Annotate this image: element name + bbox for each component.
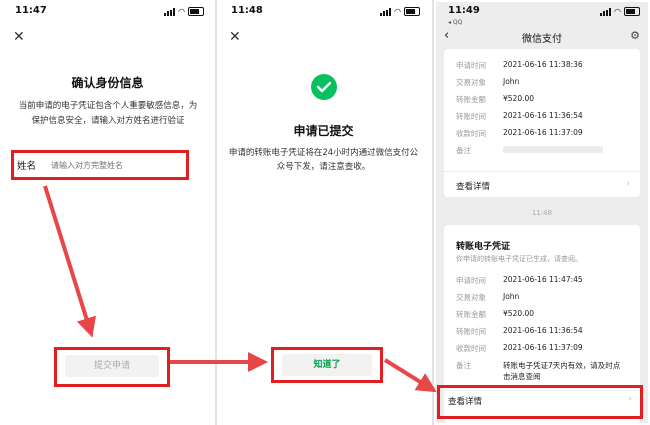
screen-wechat-pay: 11:49 ◠ ◂ QQ ‹ 微信支付 ⚙ 申请时间 2021-06-16 11:… <box>436 2 648 423</box>
chevron-right-icon: › <box>626 179 630 189</box>
gear-icon[interactable]: ⚙ <box>630 29 640 42</box>
detail-row: 申请时间 2021-06-16 11:38:36 <box>456 60 583 70</box>
status-bar: 11:48 ◠ <box>219 2 428 22</box>
voucher-title: 转账电子凭证 <box>456 242 511 252</box>
check-icon <box>311 74 337 100</box>
view-details-link[interactable]: 查看详情 <box>448 395 482 407</box>
back-to-app-link[interactable]: ◂ QQ <box>448 19 462 26</box>
signal-icon <box>600 7 612 16</box>
nav-bar: ‹ 微信支付 ⚙ <box>436 27 648 47</box>
ok-button-highlight: 知道了 <box>271 347 383 383</box>
got-it-button[interactable]: 知道了 <box>282 354 372 376</box>
status-time: 11:48 <box>231 5 263 16</box>
page-title: 微信支付 <box>522 34 562 45</box>
separator <box>444 171 640 172</box>
battery-icon <box>404 7 420 16</box>
wifi-icon: ◠ <box>614 6 621 16</box>
detail-row: 转账金额 ¥520.00 <box>456 94 535 104</box>
status-time: 11:47 <box>15 5 47 16</box>
name-label: 姓名 <box>17 161 37 172</box>
divider <box>215 0 217 425</box>
name-input[interactable] <box>51 160 171 170</box>
wifi-icon: ◠ <box>394 6 401 16</box>
screen-confirm-identity: 11:47 ◠ ✕ 确认身份信息 当前申请的电子凭证包含个人重要敏感信息，为保护… <box>3 2 212 423</box>
submitted-description: 申请的转账电子凭证将在24小时内通过微信支付公众号下发，请注意查收。 <box>228 148 419 172</box>
detail-row: 转账时间 2021-06-16 11:36:54 <box>456 326 583 336</box>
page-title: 申请已提交 <box>293 124 354 138</box>
wifi-icon: ◠ <box>178 6 185 16</box>
submit-application-button[interactable]: 提交申请 <box>65 355 159 377</box>
close-icon[interactable]: ✕ <box>13 29 25 45</box>
detail-row: 转账时间 2021-06-16 11:36:54 <box>456 111 583 121</box>
chevron-right-icon: › <box>628 394 632 404</box>
battery-icon <box>624 7 640 16</box>
blurred-note <box>503 146 603 153</box>
detail-row: 交易对象 John <box>456 292 520 302</box>
detail-row: 收款时间 2021-06-16 11:37:09 <box>456 128 583 138</box>
transfer-card-1: 申请时间 2021-06-16 11:38:36 交易对象 John 转账金额 ¥52… <box>444 49 640 197</box>
name-field-highlight: 姓名 <box>11 150 189 180</box>
submit-button-highlight: 提交申请 <box>54 347 170 387</box>
detail-row: 交易对象 John <box>456 77 520 87</box>
message-timestamp: 11:48 <box>531 209 553 217</box>
close-icon[interactable]: ✕ <box>229 29 241 45</box>
view-details-highlight: 查看详情 › <box>437 385 643 419</box>
detail-row: 备注 <box>456 145 603 156</box>
view-details-link[interactable]: 查看详情 <box>456 180 490 192</box>
signal-icon <box>164 7 176 16</box>
status-bar: 11:49 ◠ <box>436 2 648 22</box>
page-title: 确认身份信息 <box>71 76 144 90</box>
screen-application-submitted: 11:48 ◠ ✕ 申请已提交 申请的转账电子凭证将在24小时内通过微信支付公众… <box>219 2 428 423</box>
detail-row: 收款时间 2021-06-16 11:37:09 <box>456 343 583 353</box>
detail-row: 转账金额 ¥520.00 <box>456 309 535 319</box>
battery-icon <box>188 7 204 16</box>
status-bar: 11:47 ◠ <box>3 2 212 22</box>
verification-description: 当前申请的电子凭证包含个人重要敏感信息，为保护信息安全，请输入对方姓名进行验证 <box>18 101 198 126</box>
detail-row: 备注 转账电子凭证7天内有效，请及时点击消息查阅 <box>456 361 621 381</box>
voucher-subtitle: 你申请的转账电子凭证已生成，请查阅。 <box>456 255 582 263</box>
divider <box>432 0 434 425</box>
detail-row: 申请时间 2021-06-16 11:47:45 <box>456 275 583 285</box>
status-time: 11:49 <box>448 5 480 16</box>
signal-icon <box>380 7 392 16</box>
